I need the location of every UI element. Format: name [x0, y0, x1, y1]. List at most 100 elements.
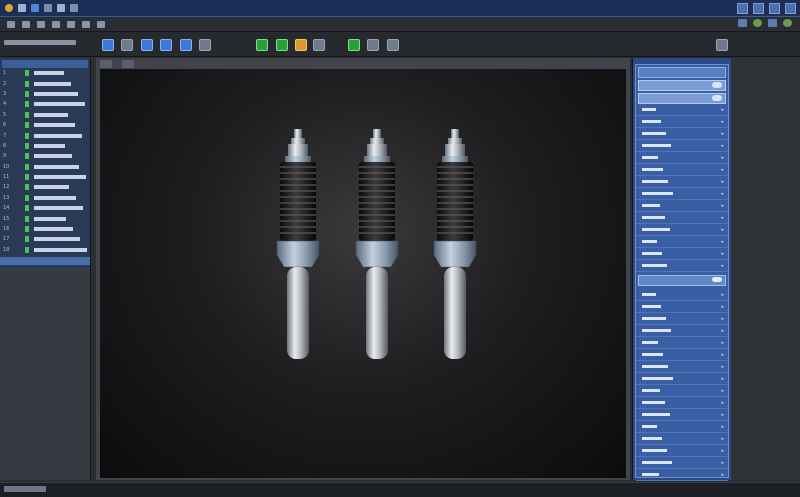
measure-tool-icon[interactable] [256, 39, 268, 51]
expand-icon[interactable]: ▸ [721, 131, 724, 137]
panel-toggle-icon[interactable] [716, 39, 728, 51]
settings-icon[interactable] [768, 19, 777, 27]
property-row[interactable]: ▸ [636, 224, 728, 236]
menu-insert[interactable] [52, 20, 60, 28]
shock-absorber-2[interactable] [355, 129, 399, 359]
material-property-row[interactable]: ▸ [636, 289, 728, 301]
expand-icon[interactable]: ▸ [721, 215, 724, 221]
tree-item[interactable]: 15 [0, 213, 90, 223]
camera-tool-icon[interactable] [313, 39, 325, 51]
property-row[interactable]: ▸ [636, 248, 728, 260]
restore-icon[interactable] [769, 3, 780, 14]
expand-icon[interactable]: ▸ [721, 251, 724, 257]
expand-icon[interactable]: ▸ [721, 263, 724, 269]
expand-icon[interactable]: ▸ [721, 292, 724, 298]
property-row[interactable]: ▸ [636, 236, 728, 248]
expand-icon[interactable]: ▸ [721, 460, 724, 466]
material-property-row[interactable]: ▸ [636, 325, 728, 337]
shock-absorber-3[interactable] [433, 129, 477, 359]
expand-icon[interactable]: ▸ [721, 364, 724, 370]
tree-item[interactable]: 17 [0, 234, 90, 244]
rotate-tool-icon[interactable] [141, 39, 153, 51]
material-property-row[interactable]: ▸ [636, 301, 728, 313]
expand-icon[interactable]: ▸ [721, 328, 724, 334]
expand-icon[interactable]: ▸ [721, 203, 724, 209]
expand-icon[interactable]: ▸ [721, 191, 724, 197]
property-row[interactable]: ▸ [636, 116, 728, 128]
sync-icon[interactable] [753, 19, 762, 27]
collapse-icon[interactable] [712, 277, 722, 282]
expand-icon[interactable]: ▸ [721, 179, 724, 185]
tree-item[interactable]: 14 [0, 203, 90, 213]
shock-absorber-1[interactable] [276, 129, 320, 359]
material-property-row[interactable]: ▸ [636, 457, 728, 469]
help-icon[interactable] [783, 19, 792, 27]
expand-icon[interactable]: ▸ [721, 340, 724, 346]
expand-icon[interactable]: ▸ [721, 388, 724, 394]
visibility-icon[interactable] [25, 90, 29, 97]
folder-icon[interactable] [18, 4, 26, 12]
tab-perspective[interactable] [100, 60, 112, 68]
visibility-icon[interactable] [25, 70, 29, 77]
minimize-icon[interactable] [737, 3, 748, 14]
visibility-icon[interactable] [25, 163, 29, 170]
property-row[interactable]: ▸ [636, 260, 728, 272]
expand-icon[interactable]: ▸ [721, 155, 724, 161]
material-property-row[interactable]: ▸ [636, 337, 728, 349]
expand-icon[interactable]: ▸ [721, 239, 724, 245]
visibility-icon[interactable] [25, 226, 29, 233]
expand-icon[interactable]: ▸ [721, 227, 724, 233]
expand-icon[interactable]: ▸ [721, 400, 724, 406]
expand-icon[interactable]: ▸ [721, 167, 724, 173]
expand-icon[interactable]: ▸ [721, 304, 724, 310]
menu-file[interactable] [7, 20, 15, 28]
property-row[interactable]: ▸ [636, 164, 728, 176]
material-property-row[interactable]: ▸ [636, 373, 728, 385]
tree-item[interactable]: 12 [0, 182, 90, 192]
close-icon[interactable] [785, 3, 796, 14]
object-name-field[interactable] [638, 80, 726, 91]
tree-item[interactable]: 5 [0, 110, 90, 120]
material-property-row[interactable]: ▸ [636, 409, 728, 421]
move-tool-icon[interactable] [121, 39, 133, 51]
material-property-row[interactable]: ▸ [636, 445, 728, 457]
scene-tree-selection[interactable] [0, 257, 90, 266]
3d-viewport[interactable] [100, 69, 626, 478]
property-row[interactable]: ▸ [636, 140, 728, 152]
visibility-icon[interactable] [25, 205, 29, 212]
expand-icon[interactable]: ▸ [721, 424, 724, 430]
toggle-icon[interactable] [712, 82, 722, 88]
light-tool-icon[interactable] [295, 39, 307, 51]
material-property-row[interactable]: ▸ [636, 361, 728, 373]
visibility-icon[interactable] [25, 184, 29, 191]
menu-help[interactable] [97, 20, 105, 28]
material-property-row[interactable]: ▸ [636, 421, 728, 433]
tree-item[interactable]: 9 [0, 151, 90, 161]
visibility-icon[interactable] [25, 174, 29, 181]
wire-tool-icon[interactable] [367, 39, 379, 51]
property-row[interactable]: ▸ [636, 212, 728, 224]
shade-tool-icon[interactable] [348, 39, 360, 51]
expand-icon[interactable]: ▸ [721, 107, 724, 113]
menu-window[interactable] [82, 20, 90, 28]
section-header-materials[interactable] [638, 275, 726, 286]
tree-item[interactable]: 7 [0, 130, 90, 140]
layout-icon[interactable] [738, 19, 747, 27]
visibility-icon[interactable] [25, 236, 29, 243]
expand-icon[interactable]: ▸ [721, 436, 724, 442]
expand-icon[interactable]: ▸ [721, 472, 724, 478]
visibility-icon[interactable] [25, 153, 29, 160]
expand-icon[interactable]: ▸ [721, 412, 724, 418]
select-tool-icon[interactable] [102, 39, 114, 51]
expand-icon[interactable]: ▸ [721, 316, 724, 322]
menu-edit[interactable] [22, 20, 30, 28]
visibility-icon[interactable] [25, 132, 29, 139]
tree-item[interactable]: 10 [0, 162, 90, 172]
property-row[interactable]: ▸ [636, 188, 728, 200]
tree-item[interactable]: 1 [0, 68, 90, 78]
material-property-row[interactable]: ▸ [636, 313, 728, 325]
expand-icon[interactable]: ▸ [721, 352, 724, 358]
visibility-icon[interactable] [25, 101, 29, 108]
expand-icon[interactable]: ▸ [721, 448, 724, 454]
material-property-row[interactable]: ▸ [636, 385, 728, 397]
